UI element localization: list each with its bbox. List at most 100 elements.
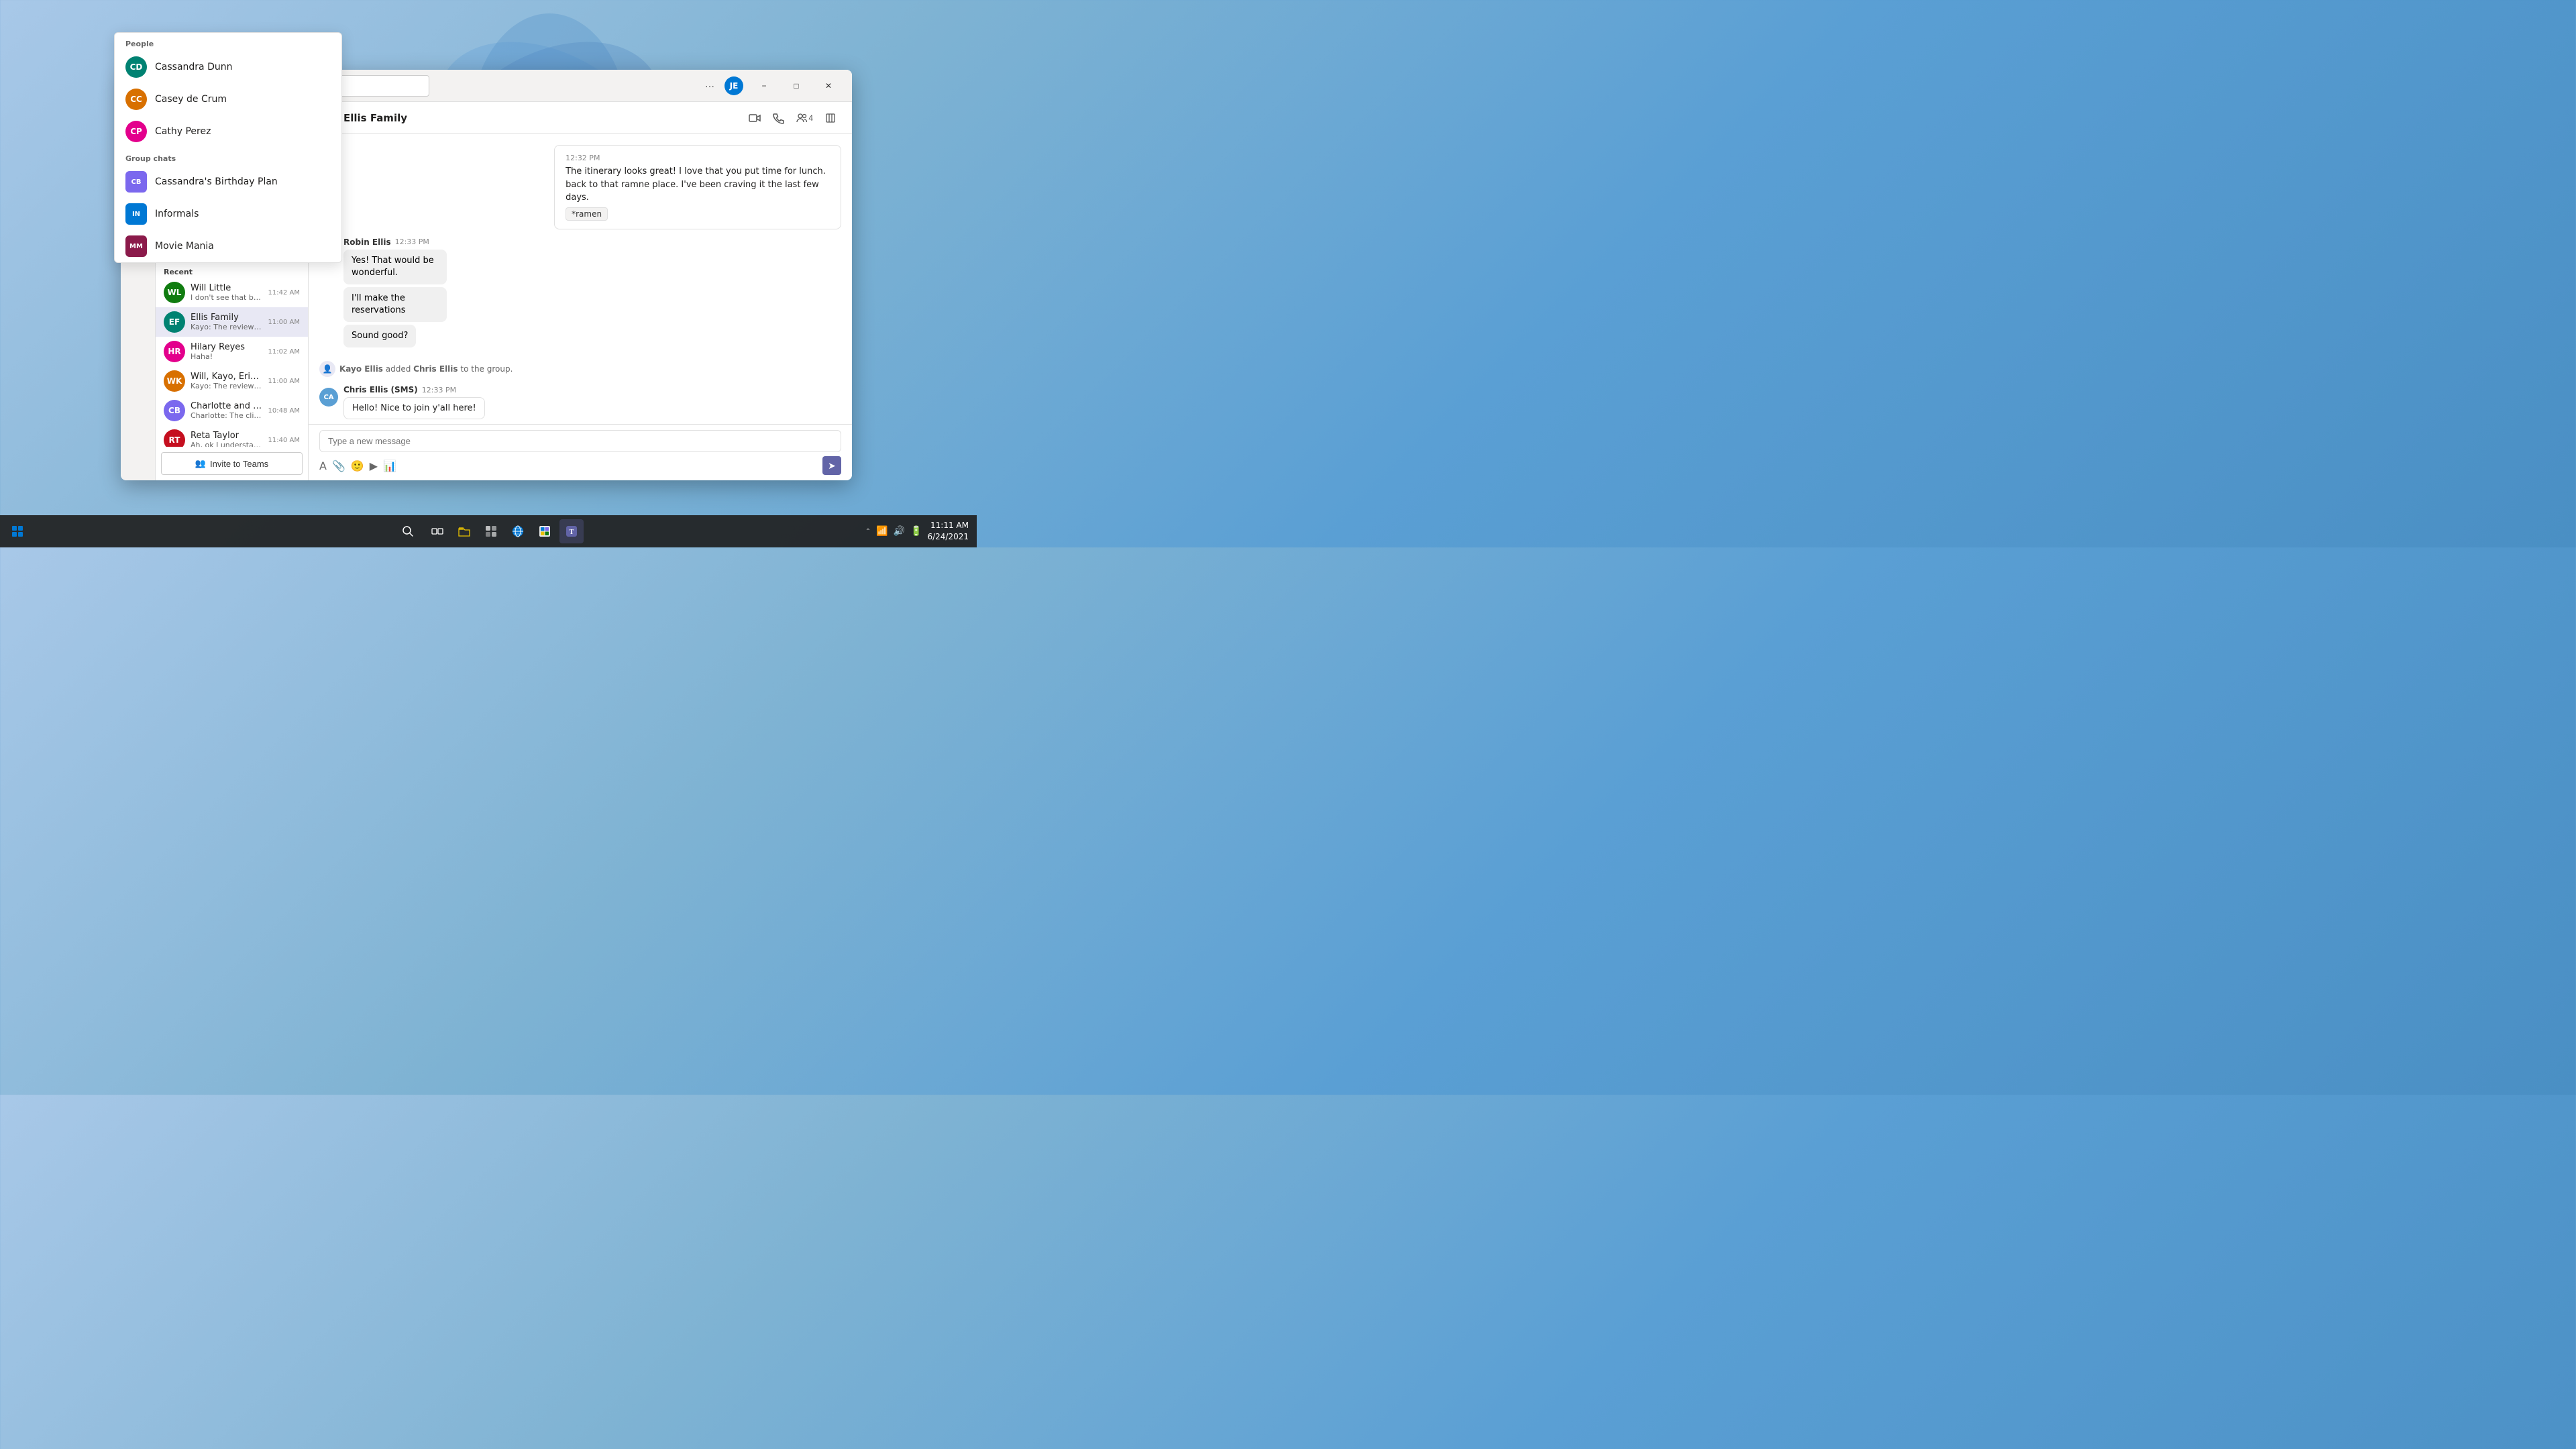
more-options-button[interactable]: ··· [700,76,719,95]
dropdown-initials-birthday: CB [125,171,147,193]
avatar-reta: RT [164,429,185,447]
user-avatar[interactable]: JE [724,76,743,95]
avatar-initials-reta: RT [164,429,185,447]
dropdown-name-cassandra-dunn: Cassandra Dunn [155,62,232,72]
taskbar-teams[interactable]: T [559,519,584,543]
avatar-chris: CA [319,388,338,407]
taskbar-store[interactable] [533,519,557,543]
chart-icon[interactable]: 📊 [383,460,396,472]
dropdown-item-casey-de-crum[interactable]: CC Casey de Crum [115,83,341,115]
message-text-itinerary: The itinerary looks great! I love that y… [566,165,830,178]
chat-name-will: Will Little [191,283,263,293]
chat-name-hilary: Hilary Reyes [191,342,263,352]
svg-text:T: T [570,529,574,536]
robin-sender-name: Robin Ellis [343,237,391,247]
chat-header: EF Ellis Family [309,102,852,134]
chris-sms-bubble: Hello! Nice to join y'all here! [343,397,485,419]
dropdown-avatar-birthday: CB [125,171,147,193]
dropdown-item-informals[interactable]: IN Informals [115,198,341,230]
chat-item-will-kayo[interactable]: WK Will, Kayo, Eric, +5 Kayo: The review… [156,366,308,396]
robin-message-time: 12:33 PM [395,237,429,246]
avatar-initials-ellis-family: EF [164,311,185,333]
avatar-hilary: HR [164,341,185,362]
maximize-button[interactable]: □ [781,75,812,97]
compose-toolbar: A 📎 🙂 ▶ 📊 ➤ [319,456,841,475]
chat-name-charlotte: Charlotte and Babak [191,401,263,411]
dropdown-item-cathy-perez[interactable]: CP Cathy Perez [115,115,341,148]
dropdown-avatar-informals: IN [125,203,147,225]
taskbar-file-explorer[interactable] [452,519,476,543]
avatar-initials-will-kayo: WK [164,370,185,392]
chat-main: EF Ellis Family [309,102,852,480]
robin-messages: Robin Ellis 12:33 PM Yes! That would be … [343,237,491,348]
dropdown-avatar-cathy: CP [125,121,147,142]
chris-messages: Chris Ellis (SMS) 12:33 PM Hello! Nice t… [343,385,485,419]
message-group-robin: RE Robin Ellis 12:33 PM Yes! That would … [319,237,841,348]
chat-info-charlotte: Charlotte and Babak Charlotte: The clien… [191,401,263,420]
chat-time-will: 11:42 AM [268,289,300,297]
chat-preview-ellis-family: Kayo: The review went really well! Can't… [191,323,263,331]
minimize-button[interactable]: − [749,75,780,97]
chris-message-time: 12:33 PM [422,386,456,394]
chat-preview-will-kayo: Kayo: The review went really well! Can't… [191,382,263,390]
taskbar-time-display: 11:11 AM [927,520,969,531]
chat-time-charlotte: 10:48 AM [268,407,300,415]
dropdown-item-birthday-plan[interactable]: CB Cassandra's Birthday Plan [115,166,341,198]
dropdown-avatar-cassandra-dunn: CD [125,56,147,78]
battery-icon: 🔋 [910,526,922,537]
chat-preview-reta: Ah, ok I understand now. [191,441,263,447]
chat-name-will-kayo: Will, Kayo, Eric, +5 [191,372,263,382]
message-group-chris: CA Chris Ellis (SMS) 12:33 PM Hello! Nic… [319,385,841,419]
chat-info-ellis-family: Ellis Family Kayo: The review went reall… [191,313,263,331]
video-call-icon-btn[interactable] [744,107,765,129]
avatar-initials-charlotte: CB [164,400,185,421]
chat-time-ellis-family: 11:00 AM [268,319,300,326]
start-button[interactable] [5,519,30,543]
people-section-label: People [115,33,341,51]
chat-info-will-kayo: Will, Kayo, Eric, +5 Kayo: The review we… [191,372,263,390]
more-chat-options[interactable] [820,107,841,129]
taskbar-search[interactable] [393,519,423,543]
chris-sender-name: Chris Ellis (SMS) [343,385,418,394]
attach-icon[interactable]: 📎 [332,460,345,472]
compose-input[interactable] [319,430,841,452]
recent-section-label: Recent [156,265,308,278]
close-button[interactable]: ✕ [813,75,844,97]
send-button[interactable]: ➤ [822,456,841,475]
chat-name-reta: Reta Taylor [191,431,263,441]
gif-icon[interactable]: ▶ [370,460,378,472]
emoji-icon[interactable]: 🙂 [351,460,364,472]
chat-preview-will: I don't see that being an issue, can tak… [191,293,263,302]
phone-call-icon-btn[interactable] [768,107,790,129]
dropdown-item-cassandra-dunn[interactable]: CD Cassandra Dunn [115,51,341,83]
dropdown-initials-movie-mania: MM [125,235,147,257]
chat-item-hilary[interactable]: HR Hilary Reyes Haha! 11:02 AM [156,337,308,366]
dropdown-name-movie-mania: Movie Mania [155,241,214,252]
wifi-icon: 📶 [876,526,888,537]
ramen-tag: *ramen [566,207,608,221]
system-message: 👤 Kayo Ellis added Chris Ellis to the gr… [319,361,841,377]
taskbar-task-view[interactable] [425,519,449,543]
system-tray-chevron[interactable]: ⌃ [865,528,871,535]
format-icon[interactable]: A [319,460,327,472]
chat-compose: A 📎 🙂 ▶ 📊 ➤ [309,424,852,480]
taskbar: T ⌃ 📶 🔊 🔋 11:11 AM 6/24/2021 [0,515,977,547]
chat-item-charlotte[interactable]: CB Charlotte and Babak Charlotte: The cl… [156,396,308,425]
dropdown-item-movie-mania[interactable]: MM Movie Mania [115,230,341,262]
taskbar-datetime[interactable]: 11:11 AM 6/24/2021 [927,520,969,543]
taskbar-right: ⌃ 📶 🔊 🔋 11:11 AM 6/24/2021 [865,520,977,543]
participants-button[interactable]: 4 [792,107,817,129]
robin-msg-2: I'll make the reservations [343,287,447,322]
robin-msg-3: Sound good? [343,325,416,347]
chat-item-ellis-family[interactable]: EF Ellis Family Kayo: The review went re… [156,307,308,337]
avatar-initials-will: WL [164,282,185,303]
dropdown-initials-casey: CC [125,89,147,110]
chat-item-will[interactable]: WL Will Little I don't see that being an… [156,278,308,307]
invite-to-teams-button[interactable]: 👥 Invite to Teams [161,452,303,475]
system-icon: 👤 [319,361,335,377]
chat-header-name: Ellis Family [343,112,739,124]
taskbar-widgets[interactable] [479,519,503,543]
message-time-1232: 12:32 PM [566,154,830,162]
taskbar-browser[interactable] [506,519,530,543]
chat-item-reta[interactable]: RT Reta Taylor Ah, ok I understand now. … [156,425,308,447]
